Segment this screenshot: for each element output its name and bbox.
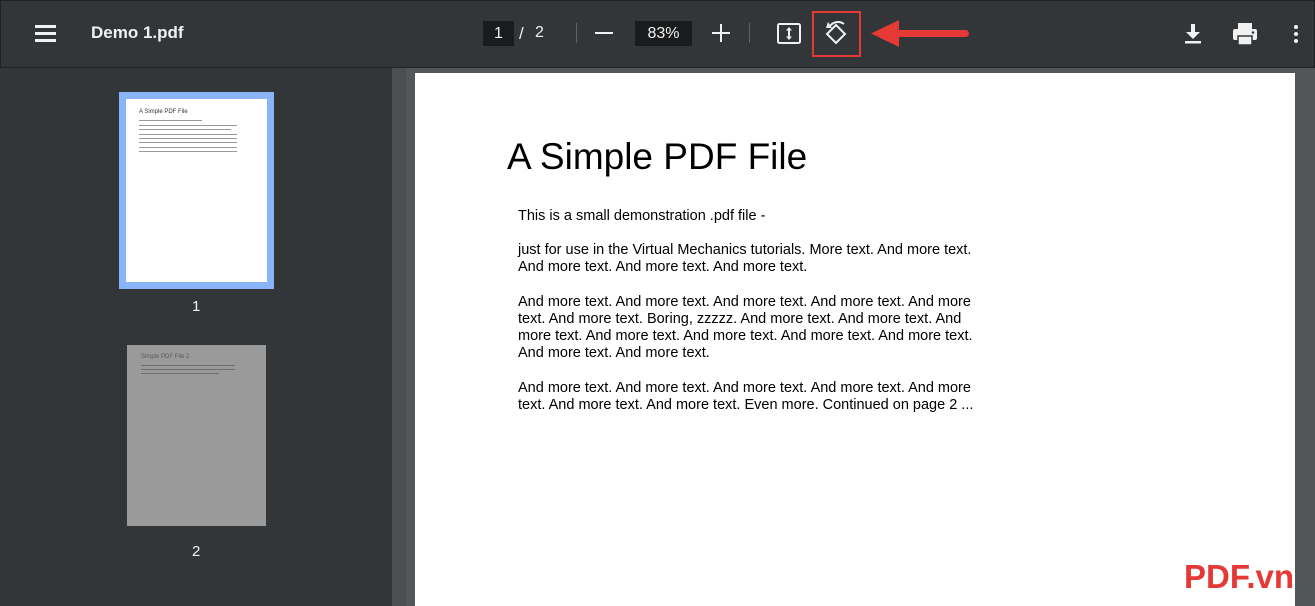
zoom-level-input[interactable]: 83% <box>635 21 692 46</box>
pdf-heading: A Simple PDF File <box>507 136 808 177</box>
thumbnail-text-line <box>139 120 203 121</box>
toolbar-divider <box>749 23 750 43</box>
page-thumbnail-1[interactable]: A Simple PDF File <box>119 92 274 289</box>
thumbnail-text-line <box>139 129 231 130</box>
page-separator: / <box>519 24 524 43</box>
pointer-arrow-annotation <box>869 17 973 51</box>
document-title: Demo 1.pdf <box>91 23 184 42</box>
thumbnail-text-line <box>139 134 237 135</box>
thumbnail-title: Simple PDF File 2 <box>141 354 190 360</box>
thumbnail-text-line <box>139 138 237 139</box>
thumbnail-text-line <box>141 373 219 374</box>
thumbnail-text-line <box>139 142 237 143</box>
zoom-out-button[interactable] <box>589 19 619 49</box>
thumbnail-title: A Simple PDF File <box>139 109 188 115</box>
total-pages: 2 <box>535 24 544 41</box>
rotate-icon[interactable] <box>819 17 853 51</box>
thumbnail-text-line <box>141 365 236 366</box>
pdf-paragraph: And more text. And more text. And more t… <box>518 380 974 413</box>
pdf-paragraph: This is a small demonstration .pdf file … <box>518 208 766 224</box>
thumbnail-sidebar: A Simple PDF File 1 Simple PDF File 2 2 <box>0 68 392 606</box>
pdf-page-1: A Simple PDF File This is a small demons… <box>415 73 1295 606</box>
download-icon[interactable] <box>1179 19 1207 47</box>
menu-icon[interactable] <box>29 21 63 47</box>
current-page-input[interactable]: 1 <box>483 21 514 46</box>
pdf-paragraph: And more text. And more text. And more t… <box>518 294 973 361</box>
pdf-paragraph: just for use in the Virtual Mechanics tu… <box>518 242 972 275</box>
more-options-icon[interactable] <box>1286 19 1306 49</box>
thumbnail-text-line <box>139 147 237 148</box>
zoom-out-icon <box>595 32 613 34</box>
thumbnail-text-line <box>139 125 237 126</box>
thumbnail-text-line <box>141 369 236 370</box>
toolbar-divider <box>576 23 577 43</box>
sidebar-resize-edge[interactable] <box>392 68 406 606</box>
page-thumbnail-2[interactable]: Simple PDF File 2 <box>127 345 266 526</box>
thumbnail-text-line <box>139 151 237 152</box>
zoom-in-icon[interactable] <box>707 19 735 47</box>
thumbnail-label-2: 2 <box>192 543 201 560</box>
thumbnail-label-1: 1 <box>192 298 201 315</box>
toolbar: Demo 1.pdf 1 / 2 83% <box>0 0 1315 68</box>
print-icon[interactable] <box>1229 19 1261 49</box>
fit-to-page-icon[interactable] <box>774 19 804 49</box>
viewer-scrollbar[interactable] <box>1300 68 1315 606</box>
watermark-logo: PDF.vn <box>1184 558 1295 595</box>
